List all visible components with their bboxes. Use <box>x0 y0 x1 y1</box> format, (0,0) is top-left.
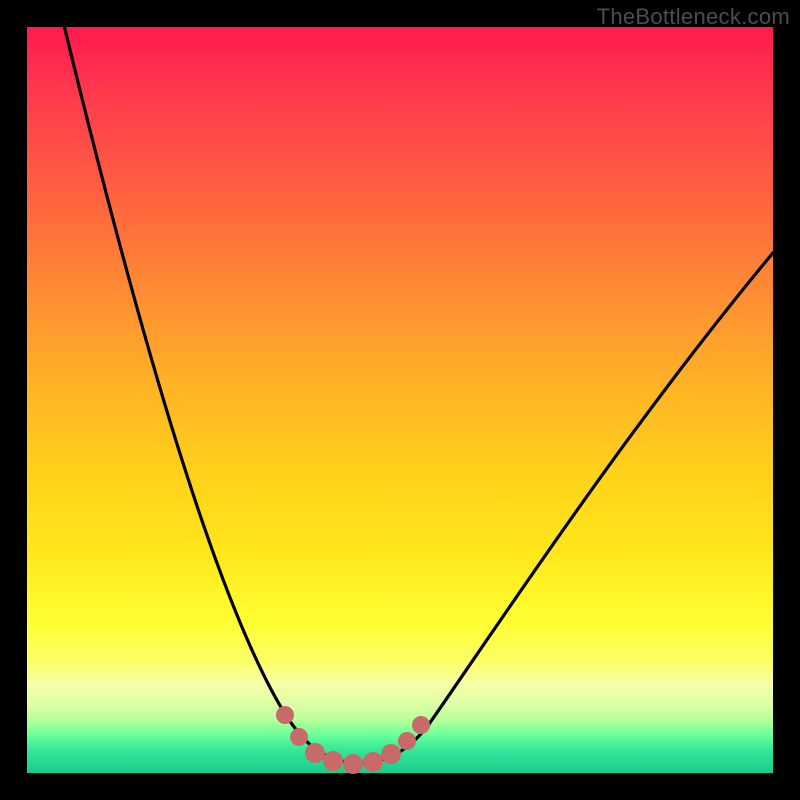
curve-marker <box>323 751 343 771</box>
bottleneck-curve-path <box>62 17 782 763</box>
curve-marker <box>290 728 308 746</box>
bottleneck-chart-svg <box>27 27 773 773</box>
curve-marker <box>398 732 416 750</box>
curve-marker <box>276 706 294 724</box>
curve-marker <box>363 752 383 772</box>
watermark-text: TheBottleneck.com <box>597 4 790 30</box>
curve-marker <box>305 743 325 763</box>
curve-marker <box>381 744 401 764</box>
marker-group <box>276 706 430 774</box>
curve-marker <box>343 754 363 774</box>
curve-marker <box>412 716 430 734</box>
